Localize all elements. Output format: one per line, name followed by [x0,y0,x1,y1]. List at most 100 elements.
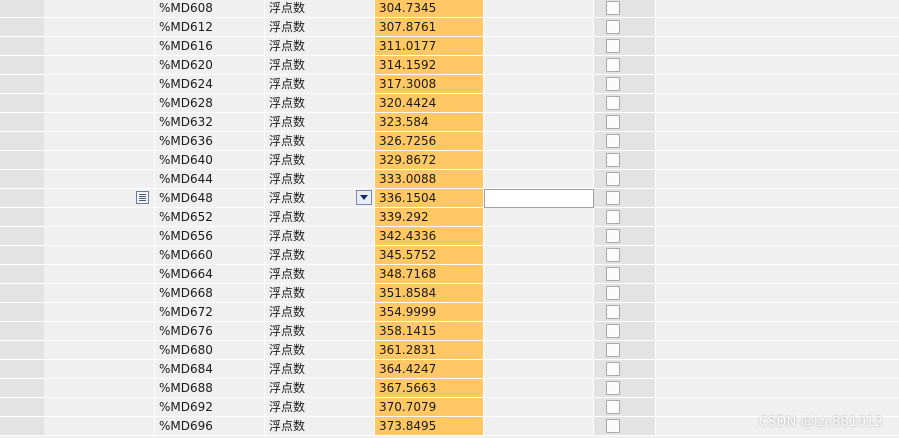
modify-value-cell[interactable] [483,360,593,378]
modify-checkbox[interactable] [606,343,620,357]
table-row[interactable]: %MD660 浮点数 345.5752 [0,246,899,265]
modify-checkbox-cell[interactable] [593,56,655,74]
comment-cell[interactable] [655,398,899,416]
address-cell[interactable]: %MD688 [154,379,264,397]
modify-checkbox-cell[interactable] [593,37,655,55]
name-cell[interactable] [44,303,154,321]
modify-checkbox[interactable] [606,96,620,110]
address-cell[interactable]: %MD656 [154,227,264,245]
modify-checkbox[interactable] [606,191,620,205]
address-cell[interactable]: %MD680 [154,341,264,359]
display-format-cell[interactable]: 浮点数 [264,284,374,302]
address-cell[interactable]: %MD660 [154,246,264,264]
address-cell[interactable]: %MD696 [154,417,264,435]
modify-value-cell[interactable] [483,265,593,283]
address-cell[interactable]: %MD684 [154,360,264,378]
display-format-cell[interactable]: 浮点数 [264,113,374,131]
modify-value-cell[interactable] [483,379,593,397]
modify-value-cell[interactable] [483,132,593,150]
modify-value-cell[interactable] [483,18,593,36]
name-cell[interactable] [44,417,154,435]
list-icon[interactable] [136,191,149,204]
modify-checkbox[interactable] [606,381,620,395]
comment-cell[interactable] [655,151,899,169]
modify-checkbox-cell[interactable] [593,0,655,17]
modify-value-cell[interactable] [483,75,593,93]
modify-checkbox-cell[interactable] [593,208,655,226]
modify-checkbox[interactable] [606,20,620,34]
display-format-cell[interactable]: 浮点数 [264,0,374,17]
comment-cell[interactable] [655,303,899,321]
address-cell[interactable]: %MD636 [154,132,264,150]
name-cell[interactable] [44,284,154,302]
address-cell[interactable]: %MD640 [154,151,264,169]
name-cell[interactable] [44,379,154,397]
modify-checkbox[interactable] [606,400,620,414]
modify-checkbox-cell[interactable] [593,398,655,416]
address-cell[interactable]: %MD644 [154,170,264,188]
modify-checkbox[interactable] [606,172,620,186]
modify-checkbox[interactable] [606,419,620,433]
modify-value-cell[interactable] [483,113,593,131]
display-format-cell[interactable]: 浮点数 [264,322,374,340]
modify-value-cell[interactable] [483,227,593,245]
display-format-cell[interactable]: 浮点数 [264,75,374,93]
table-row[interactable]: %MD688 浮点数 367.5663 [0,379,899,398]
comment-cell[interactable] [655,284,899,302]
modify-checkbox[interactable] [606,324,620,338]
modify-checkbox-cell[interactable] [593,113,655,131]
table-row[interactable]: %MD676 浮点数 358.1415 [0,322,899,341]
name-cell[interactable] [44,398,154,416]
address-cell[interactable]: %MD668 [154,284,264,302]
address-cell[interactable]: %MD676 [154,322,264,340]
address-cell[interactable]: %MD648 [154,189,264,207]
name-cell[interactable] [44,170,154,188]
comment-cell[interactable] [655,56,899,74]
modify-checkbox[interactable] [606,153,620,167]
name-cell[interactable] [44,18,154,36]
modify-checkbox-cell[interactable] [593,360,655,378]
comment-cell[interactable] [655,170,899,188]
table-row[interactable]: %MD628 浮点数 320.4424 [0,94,899,113]
name-cell[interactable] [44,322,154,340]
address-cell[interactable]: %MD616 [154,37,264,55]
modify-checkbox[interactable] [606,210,620,224]
modify-value-cell[interactable] [483,303,593,321]
table-row[interactable]: %MD620 浮点数 314.1592 [0,56,899,75]
modify-checkbox[interactable] [606,286,620,300]
comment-cell[interactable] [655,18,899,36]
address-cell[interactable]: %MD628 [154,94,264,112]
display-format-cell[interactable]: 浮点数 [264,341,374,359]
modify-checkbox-cell[interactable] [593,303,655,321]
modify-checkbox-cell[interactable] [593,75,655,93]
name-cell[interactable] [44,341,154,359]
modify-value-cell[interactable] [483,341,593,359]
table-row[interactable]: %MD664 浮点数 348.7168 [0,265,899,284]
comment-cell[interactable] [655,37,899,55]
display-format-cell[interactable]: 浮点数 [264,56,374,74]
display-format-cell[interactable]: 浮点数 [264,37,374,55]
display-format-cell[interactable]: 浮点数 [264,151,374,169]
table-row[interactable]: %MD632 浮点数 323.584 [0,113,899,132]
modify-value-cell[interactable] [483,94,593,112]
modify-checkbox[interactable] [606,362,620,376]
comment-cell[interactable] [655,379,899,397]
table-row[interactable]: %MD672 浮点数 354.9999 [0,303,899,322]
modify-checkbox-cell[interactable] [593,417,655,435]
modify-checkbox[interactable] [606,58,620,72]
address-cell[interactable]: %MD632 [154,113,264,131]
modify-checkbox[interactable] [606,305,620,319]
display-format-cell[interactable]: 浮点数 [264,132,374,150]
modify-checkbox-cell[interactable] [593,246,655,264]
name-cell[interactable] [44,37,154,55]
name-cell[interactable] [44,113,154,131]
modify-checkbox-cell[interactable] [593,322,655,340]
modify-checkbox-cell[interactable] [593,284,655,302]
name-cell[interactable] [44,151,154,169]
modify-value-cell[interactable] [483,56,593,74]
display-format-cell[interactable]: 浮点数 [264,265,374,283]
modify-checkbox-cell[interactable] [593,379,655,397]
name-cell[interactable] [44,208,154,226]
table-row[interactable]: %MD644 浮点数 333.0088 [0,170,899,189]
modify-value-cell[interactable] [483,417,593,435]
